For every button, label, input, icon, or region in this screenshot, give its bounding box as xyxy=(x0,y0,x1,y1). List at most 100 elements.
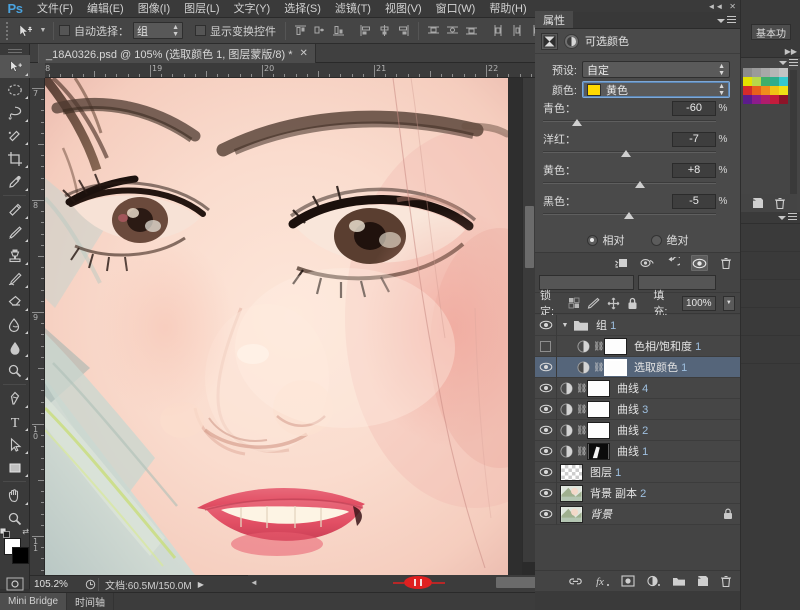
color-swatch[interactable] xyxy=(761,86,770,95)
slider-track-area[interactable] xyxy=(543,118,716,129)
align-horizontal-centers-icon[interactable] xyxy=(376,22,393,39)
layer-visibility-toggle-icon[interactable] xyxy=(535,483,557,504)
workspace-switcher[interactable]: 基本功 xyxy=(741,22,800,42)
document-tab[interactable]: _18A0326.psd @ 105% (选取颜色 1, 图层蒙版/8) * ✕ xyxy=(38,44,316,63)
mask-link-icon[interactable]: ⛓ xyxy=(576,383,584,394)
tool-lasso[interactable] xyxy=(0,101,30,124)
adjustment-layer-icon[interactable] xyxy=(577,361,590,374)
color-swatch[interactable] xyxy=(743,95,752,104)
lock-transparent-pixels-icon[interactable] xyxy=(568,297,580,309)
layer-row[interactable]: ⛓曲线 2 xyxy=(535,420,740,441)
distribute-left-edges-icon[interactable] xyxy=(490,22,507,39)
color-swatch[interactable] xyxy=(743,86,752,95)
layer-row[interactable]: 图层 1 xyxy=(535,462,740,483)
tab-timeline[interactable]: 时间轴 xyxy=(67,593,114,610)
add-layer-mask-icon[interactable] xyxy=(621,575,635,587)
close-icon[interactable]: ✕ xyxy=(300,48,308,59)
distribute-bottom-edges-icon[interactable] xyxy=(463,22,480,39)
layer-row[interactable]: ⛓ 曲线 4 xyxy=(535,378,740,399)
menu-view[interactable]: 视图(V) xyxy=(378,0,429,18)
colors-dropdown[interactable]: 黄色 ▲▼ xyxy=(582,81,730,98)
align-right-edges-icon[interactable] xyxy=(395,22,412,39)
color-swatch[interactable] xyxy=(761,95,770,104)
close-dock-icon[interactable]: ✕ xyxy=(729,2,736,11)
delete-adjustment-icon[interactable] xyxy=(717,255,734,271)
layer-row[interactable]: ⛓ 选取颜色 1 xyxy=(535,357,740,378)
opacity-field[interactable] xyxy=(638,275,716,290)
link-layers-icon[interactable] xyxy=(568,576,583,587)
tab-mini-bridge[interactable]: Mini Bridge xyxy=(0,593,67,610)
color-swatch[interactable] xyxy=(779,68,788,77)
options-bar-grip[interactable] xyxy=(2,19,12,43)
toggle-layer-visibility-icon[interactable] xyxy=(691,255,708,271)
radio-absolute[interactable]: 绝对 xyxy=(651,232,689,248)
auto-select-checkbox[interactable] xyxy=(59,25,70,36)
menu-edit[interactable]: 编辑(E) xyxy=(80,0,131,18)
fill-value[interactable]: 100% xyxy=(682,296,716,311)
align-bottom-edges-icon[interactable] xyxy=(330,22,347,39)
new-swatch-icon[interactable] xyxy=(752,197,764,209)
collapsed-panel-row[interactable] xyxy=(741,336,800,364)
mask-link-icon[interactable]: ⛓ xyxy=(576,446,584,457)
adjustment-layer-icon[interactable] xyxy=(560,424,573,437)
slider-track-area[interactable] xyxy=(543,211,716,222)
tool-horizontal-type[interactable]: T xyxy=(0,410,30,433)
radio-relative[interactable]: 相对 xyxy=(587,232,625,248)
color-swatch[interactable] xyxy=(752,86,761,95)
align-top-edges-icon[interactable] xyxy=(292,22,309,39)
layer-row[interactable]: 背景 副本 2 xyxy=(535,483,740,504)
slider-knob[interactable] xyxy=(635,181,645,188)
layer-mask-thumbnail[interactable] xyxy=(587,401,610,418)
color-swatch[interactable] xyxy=(770,86,779,95)
layer-visibility-toggle-icon[interactable] xyxy=(535,315,557,336)
tool-history-brush[interactable] xyxy=(0,267,30,290)
color-swatch[interactable] xyxy=(770,77,779,86)
adjustment-layer-icon[interactable] xyxy=(564,34,579,49)
tool-eyedropper[interactable] xyxy=(0,170,30,193)
collapse-panels-icon[interactable]: ◄◄ xyxy=(707,2,723,11)
layer-visibility-toggle-icon[interactable] xyxy=(535,378,557,399)
menu-filter[interactable]: 滤镜(T) xyxy=(328,0,378,18)
add-layer-style-icon[interactable]: fx xyxy=(594,575,610,587)
workspace-button[interactable]: 基本功 xyxy=(751,24,791,40)
scroll-left-icon[interactable]: ◄ xyxy=(250,578,258,587)
layer-mask-thumbnail[interactable] xyxy=(604,359,627,376)
tool-elliptical-marquee[interactable] xyxy=(0,78,30,101)
color-swatch[interactable] xyxy=(743,68,752,77)
distribute-horizontal-centers-icon[interactable] xyxy=(509,22,526,39)
layer-name[interactable]: 曲线 1 xyxy=(617,443,648,459)
view-previous-state-icon[interactable] xyxy=(639,255,656,271)
canvas-vertical-scroll-thumb[interactable] xyxy=(525,206,534,268)
mask-link-icon[interactable]: ⛓ xyxy=(593,362,601,373)
delete-layer-icon[interactable] xyxy=(720,575,732,588)
swatches-panel-menu[interactable] xyxy=(741,58,800,68)
slider-value-input[interactable]: -7 xyxy=(672,132,716,147)
mask-link-icon[interactable]: ⛓ xyxy=(593,341,601,352)
toolbar-grip[interactable] xyxy=(0,44,29,55)
layer-visibility-toggle-icon[interactable] xyxy=(535,462,557,483)
show-transform-checkbox[interactable] xyxy=(195,25,206,36)
color-swatch[interactable] xyxy=(752,77,761,86)
slider-value-input[interactable]: -60 xyxy=(672,101,716,116)
tool-path-selection[interactable] xyxy=(0,433,30,456)
slider-track-area[interactable] xyxy=(543,180,716,191)
layer-mask-thumbnail[interactable] xyxy=(587,422,610,439)
layer-name[interactable]: 曲线 4 xyxy=(617,380,648,396)
layer-row[interactable]: ▼组 1 xyxy=(535,315,740,336)
horizontal-ruler[interactable]: 1819202122 xyxy=(30,63,535,78)
tool-blur[interactable] xyxy=(0,336,30,359)
color-swatch[interactable] xyxy=(779,77,788,86)
adjustment-layer-icon[interactable] xyxy=(560,445,573,458)
new-group-icon[interactable] xyxy=(672,576,686,587)
menu-help[interactable]: 帮助(H) xyxy=(482,0,533,18)
layer-name[interactable]: 选取颜色 1 xyxy=(634,359,687,375)
tool-quick-selection[interactable] xyxy=(0,124,30,147)
align-vertical-centers-icon[interactable] xyxy=(311,22,328,39)
slider-knob[interactable] xyxy=(624,212,634,219)
layer-visibility-toggle-icon[interactable] xyxy=(535,441,557,462)
color-swatch[interactable] xyxy=(752,95,761,104)
color-swatch[interactable] xyxy=(761,68,770,77)
distribute-vertical-centers-icon[interactable] xyxy=(444,22,461,39)
layer-visibility-toggle-icon[interactable] xyxy=(535,357,557,378)
color-swatch[interactable] xyxy=(770,95,779,104)
